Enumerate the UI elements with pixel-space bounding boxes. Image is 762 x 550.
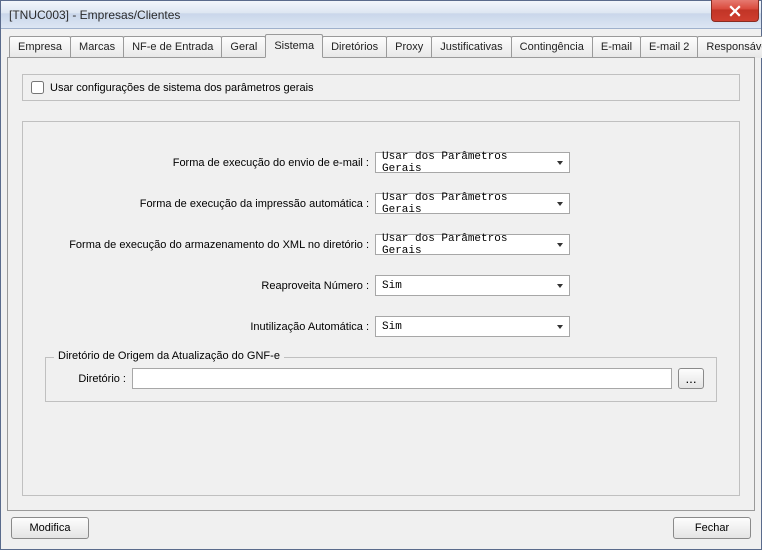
client-area: Empresa Marcas NF-e de Entrada Geral Sis… xyxy=(1,29,761,549)
window-title: [TNUC003] - Empresas/Clientes xyxy=(9,8,180,22)
use-general-params-label: Usar configurações de sistema dos parâme… xyxy=(50,82,314,94)
titlebar[interactable]: [TNUC003] - Empresas/Clientes xyxy=(1,1,761,29)
use-general-params-group: Usar configurações de sistema dos parâme… xyxy=(22,74,740,101)
footer-bar: Modifica Fechar xyxy=(7,511,755,543)
tab-marcas[interactable]: Marcas xyxy=(70,36,124,58)
tab-responsaveis[interactable]: Responsáveis xyxy=(697,36,762,58)
directory-input[interactable] xyxy=(132,368,672,389)
print-exec-label: Forma de execução da impressão automátic… xyxy=(45,198,375,210)
email-exec-label: Forma de execução do envio de e-mail : xyxy=(45,157,375,169)
xml-store-exec-combo[interactable]: Usar dos Parâmetros Gerais xyxy=(375,234,570,255)
tab-justificativas[interactable]: Justificativas xyxy=(431,36,511,58)
tab-sistema[interactable]: Sistema xyxy=(265,34,323,58)
chevron-down-icon xyxy=(553,197,567,211)
tab-email[interactable]: E-mail xyxy=(592,36,641,58)
print-exec-combo[interactable]: Usar dos Parâmetros Gerais xyxy=(375,193,570,214)
gnfe-update-dir-group: Diretório de Origem da Atualização do GN… xyxy=(45,357,717,402)
tab-nfe-entrada[interactable]: NF-e de Entrada xyxy=(123,36,222,58)
tab-panel-sistema: Usar configurações de sistema dos parâme… xyxy=(7,57,755,511)
window: [TNUC003] - Empresas/Clientes Empresa Ma… xyxy=(0,0,762,550)
auto-inutil-combo[interactable]: Sim xyxy=(375,316,570,337)
browse-button[interactable]: ... xyxy=(678,368,704,389)
xml-store-exec-label: Forma de execução do armazenamento do XM… xyxy=(45,239,375,251)
tab-strip: Empresa Marcas NF-e de Entrada Geral Sis… xyxy=(7,35,755,57)
reuse-number-combo[interactable]: Sim xyxy=(375,275,570,296)
use-general-params-checkbox[interactable] xyxy=(31,81,44,94)
modify-button[interactable]: Modifica xyxy=(11,517,89,539)
close-button[interactable] xyxy=(711,0,759,22)
email-exec-combo[interactable]: Usar dos Parâmetros Gerais xyxy=(375,152,570,173)
tab-proxy[interactable]: Proxy xyxy=(386,36,432,58)
system-settings-group: Forma de execução do envio de e-mail : U… xyxy=(22,121,740,496)
tab-contingencia[interactable]: Contingência xyxy=(511,36,593,58)
directory-label: Diretório : xyxy=(58,373,126,385)
tab-empresa[interactable]: Empresa xyxy=(9,36,71,58)
close-icon xyxy=(729,5,741,17)
tab-diretorios[interactable]: Diretórios xyxy=(322,36,387,58)
chevron-down-icon xyxy=(553,238,567,252)
auto-inutil-label: Inutilização Automática : xyxy=(45,321,375,333)
gnfe-update-dir-legend: Diretório de Origem da Atualização do GN… xyxy=(54,350,284,362)
tab-email2[interactable]: E-mail 2 xyxy=(640,36,698,58)
chevron-down-icon xyxy=(553,156,567,170)
close-footer-button[interactable]: Fechar xyxy=(673,517,751,539)
reuse-number-label: Reaproveita Número : xyxy=(45,280,375,292)
chevron-down-icon xyxy=(553,279,567,293)
chevron-down-icon xyxy=(553,320,567,334)
tab-geral[interactable]: Geral xyxy=(221,36,266,58)
